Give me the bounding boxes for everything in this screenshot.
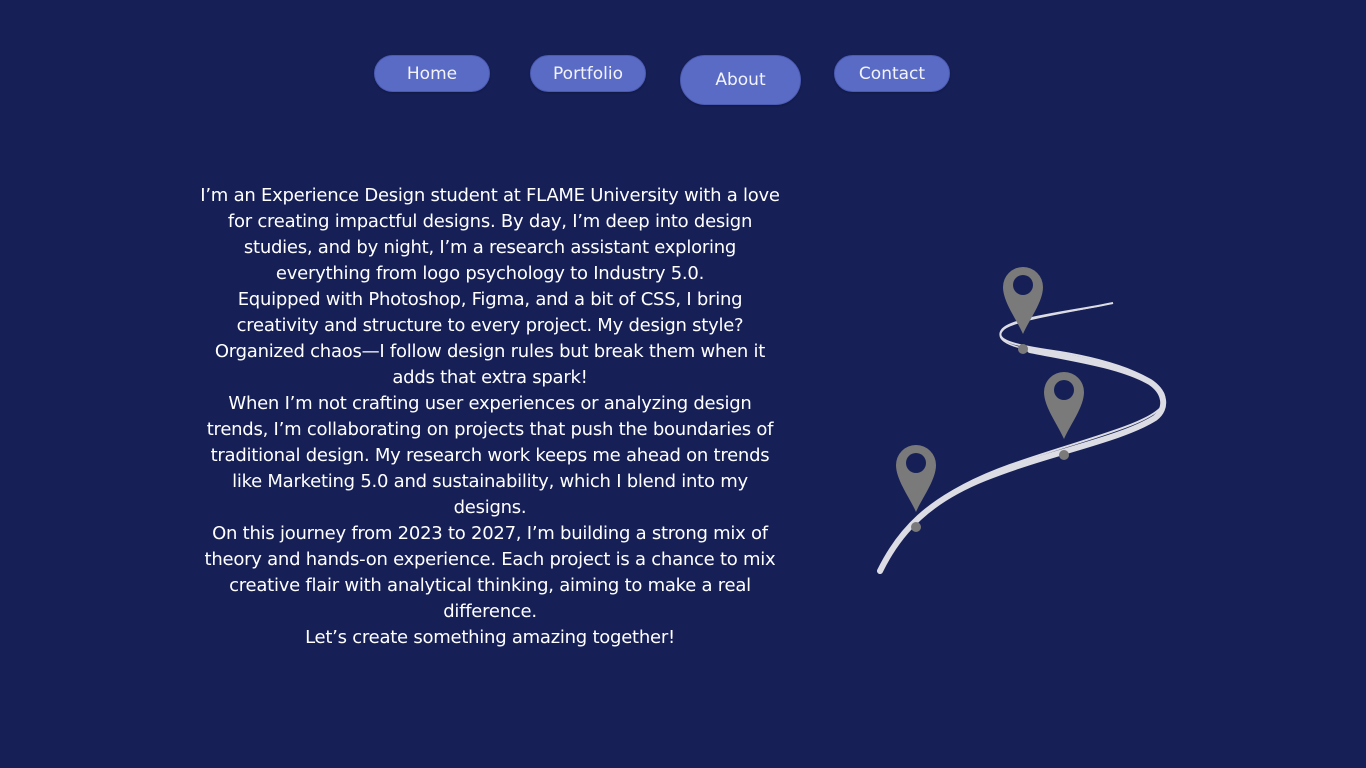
nav-about-button[interactable]: About (680, 55, 801, 105)
about-paragraph-journey: On this journey from 2023 to 2027, I’m b… (204, 523, 776, 622)
roadmap-road (879, 302, 1166, 572)
nav-portfolio-button[interactable]: Portfolio (530, 55, 646, 92)
about-text-block: I’m an Experience Design student at FLAM… (198, 183, 782, 651)
about-paragraph-intro: I’m an Experience Design student at FLAM… (200, 185, 780, 284)
nav-contact-button[interactable]: Contact (834, 55, 950, 92)
location-pin-icon (896, 445, 936, 512)
about-paragraph-closing: Let’s create something amazing together! (305, 627, 675, 648)
location-pin-icon (1044, 372, 1084, 439)
roadmap-stop-dot (911, 522, 921, 532)
about-paragraph-tools: Equipped with Photoshop, Figma, and a bi… (214, 289, 766, 388)
roadmap-location-pins-icon (877, 267, 1167, 574)
roadmap-stop-dot (1059, 450, 1069, 460)
nav-home-button[interactable]: Home (374, 55, 490, 92)
about-paragraph-collaboration: When I’m not crafting user experiences o… (206, 393, 774, 518)
roadmap-stop-dot (1018, 344, 1028, 354)
